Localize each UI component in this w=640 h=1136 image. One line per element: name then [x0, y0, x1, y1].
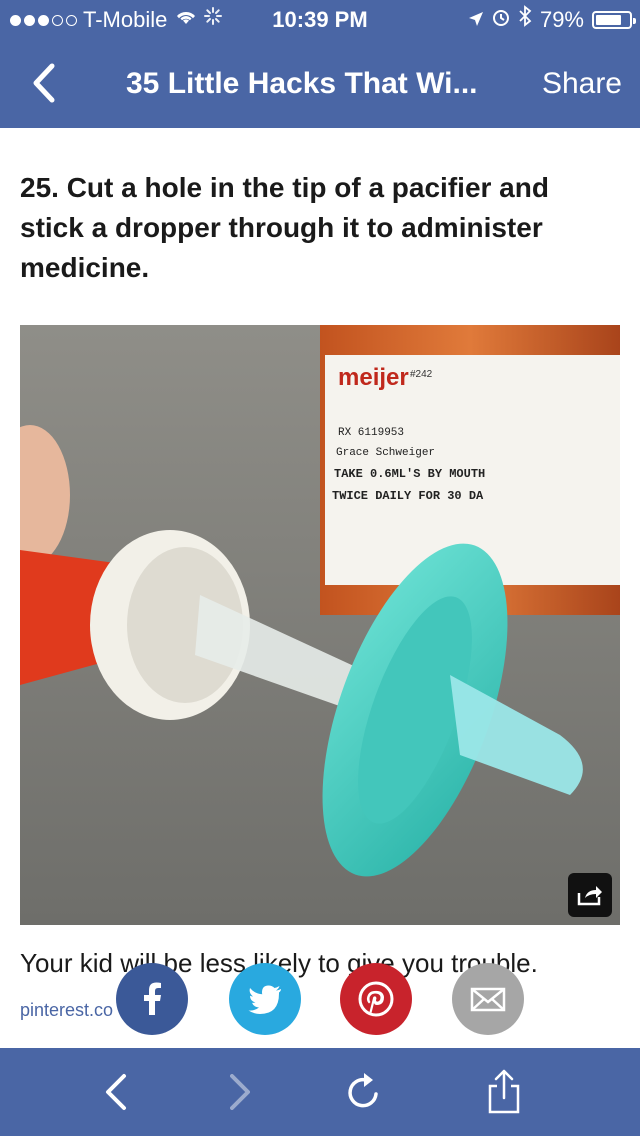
- battery-percent: 79%: [539, 7, 584, 32]
- pinterest-icon: [358, 981, 394, 1017]
- twitter-share-button[interactable]: [229, 963, 301, 1035]
- label-line: TAKE 0.6ML'S BY MOUTH: [334, 467, 485, 481]
- facebook-icon: [144, 982, 161, 1015]
- share-icon: [488, 1069, 520, 1114]
- top-bar: T-Mobile 10:39 PM 79% 35 Little Hacks Th…: [0, 0, 640, 128]
- toolbar-share-button[interactable]: [480, 1068, 528, 1116]
- share-arrow-icon: [577, 886, 602, 906]
- battery-icon: [592, 11, 636, 29]
- page-title: 35 Little Hacks That Wi...: [126, 67, 478, 100]
- pacifier-dropper-photo: meijer #242 RX 6119953 Grace Schweiger T…: [20, 325, 620, 925]
- source-link[interactable]: pinterest.co: [20, 1000, 113, 1021]
- pinterest-share-button[interactable]: [340, 963, 412, 1035]
- label-line: Grace Schweiger: [336, 447, 435, 459]
- share-button[interactable]: Share: [542, 40, 622, 128]
- twitter-icon: [248, 985, 281, 1014]
- label-store: #242: [410, 369, 433, 380]
- mail-icon: [470, 987, 506, 1012]
- nav-bar: 35 Little Hacks That Wi... Share: [0, 40, 640, 128]
- facebook-share-button[interactable]: [116, 963, 188, 1035]
- bluetooth-icon: [518, 0, 532, 40]
- article-photo: meijer #242 RX 6119953 Grace Schweiger T…: [20, 325, 620, 925]
- alarm-icon: [492, 0, 510, 40]
- status-bar: T-Mobile 10:39 PM 79%: [0, 0, 640, 40]
- article-caption: Your kid will be less likely to give you…: [20, 948, 538, 978]
- toolbar-back-button[interactable]: [94, 1068, 142, 1116]
- location-arrow-icon: [468, 0, 484, 40]
- chevron-left-icon: [33, 63, 55, 103]
- back-button[interactable]: [22, 58, 72, 108]
- photo-share-button[interactable]: [568, 873, 612, 917]
- chevron-right-icon: [230, 1074, 250, 1110]
- browser-toolbar: [0, 1048, 640, 1136]
- label-line: TWICE DAILY FOR 30 DA: [332, 489, 484, 503]
- article-headline: 25. Cut a hole in the tip of a pacifier …: [20, 172, 549, 283]
- reload-icon: [348, 1073, 378, 1108]
- toolbar-forward-button[interactable]: [214, 1068, 262, 1116]
- email-share-button[interactable]: [452, 963, 524, 1035]
- toolbar-reload-button[interactable]: [340, 1068, 388, 1116]
- label-brand: meijer: [338, 364, 409, 391]
- label-line: RX 6119953: [338, 427, 404, 439]
- chevron-left-icon: [106, 1074, 126, 1110]
